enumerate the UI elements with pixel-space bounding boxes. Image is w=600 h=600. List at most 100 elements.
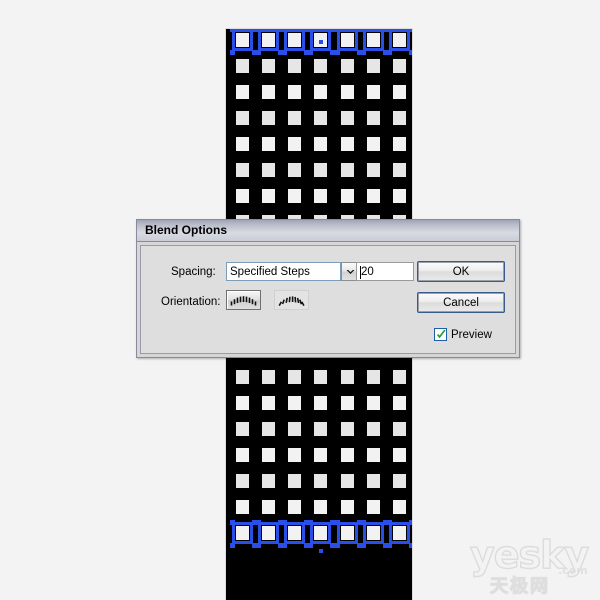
blend-square	[367, 59, 380, 73]
anchor-point[interactable]	[387, 29, 392, 32]
blend-square	[262, 500, 275, 514]
blend-square	[314, 448, 327, 462]
blend-square	[314, 500, 327, 514]
anchor-point[interactable]	[282, 29, 287, 32]
blend-square	[314, 59, 327, 73]
blend-square	[367, 137, 380, 151]
blend-square	[288, 500, 301, 514]
blend-square	[236, 85, 249, 99]
blend-square	[341, 370, 354, 384]
blend-square	[341, 189, 354, 203]
blend-square	[367, 111, 380, 125]
anchor-point[interactable]	[308, 543, 313, 548]
blend-square	[393, 33, 406, 47]
anchor-point[interactable]	[387, 520, 392, 525]
blend-square	[288, 33, 301, 47]
blend-square	[367, 448, 380, 462]
anchor-point[interactable]	[409, 520, 412, 525]
blend-square	[288, 448, 301, 462]
cancel-button[interactable]: Cancel	[417, 292, 505, 313]
blend-square	[341, 396, 354, 410]
blend-square	[314, 111, 327, 125]
anchor-point[interactable]	[256, 520, 261, 525]
blend-square	[236, 474, 249, 488]
anchor-point[interactable]	[387, 50, 392, 55]
blend-square	[341, 163, 354, 177]
spacing-select-value: Specified Steps	[230, 265, 310, 278]
blend-square	[262, 33, 275, 47]
blend-square	[341, 448, 354, 462]
blend-square	[393, 163, 406, 177]
anchor-point[interactable]	[308, 29, 313, 32]
spine-anchor-point[interactable]	[319, 40, 323, 44]
anchor-point[interactable]	[387, 543, 392, 548]
blend-square	[341, 422, 354, 436]
blend-square	[314, 526, 327, 540]
anchor-point[interactable]	[230, 520, 235, 525]
align-to-path-icon[interactable]	[274, 290, 309, 310]
anchor-point[interactable]	[230, 29, 235, 32]
anchor-point[interactable]	[282, 543, 287, 548]
blend-square	[341, 59, 354, 73]
preview-checkbox[interactable]	[434, 328, 447, 341]
blend-square	[288, 189, 301, 203]
anchor-point[interactable]	[409, 50, 412, 55]
dialog-title: Blend Options	[145, 223, 227, 237]
anchor-point[interactable]	[361, 50, 366, 55]
anchor-point[interactable]	[256, 543, 261, 548]
spacing-select[interactable]: Specified Steps	[226, 262, 341, 281]
align-to-page-icon[interactable]	[226, 290, 261, 310]
blend-square	[367, 85, 380, 99]
blend-options-dialog[interactable]: Blend Options Spacing: Specified Steps 2…	[136, 219, 520, 358]
blend-square	[367, 189, 380, 203]
blend-square	[393, 59, 406, 73]
anchor-point[interactable]	[282, 520, 287, 525]
blend-square	[288, 422, 301, 436]
blend-square	[341, 137, 354, 151]
blend-square	[262, 370, 275, 384]
site-watermark: yesky .com 天极网	[469, 535, 592, 597]
blend-square	[236, 500, 249, 514]
anchor-point[interactable]	[335, 520, 340, 525]
blend-square	[236, 163, 249, 177]
spine-anchor-point[interactable]	[319, 549, 323, 553]
blend-square	[393, 422, 406, 436]
blend-square	[393, 370, 406, 384]
blend-square	[367, 500, 380, 514]
anchor-point[interactable]	[282, 50, 287, 55]
blend-square	[262, 474, 275, 488]
anchor-point[interactable]	[409, 543, 412, 548]
anchor-point[interactable]	[335, 543, 340, 548]
blend-square	[288, 370, 301, 384]
dialog-body: Spacing: Specified Steps 20 Orientation:	[140, 245, 516, 354]
anchor-point[interactable]	[409, 29, 412, 32]
blend-square	[314, 85, 327, 99]
blend-square	[314, 189, 327, 203]
blend-square	[236, 448, 249, 462]
ok-button[interactable]: OK	[417, 261, 505, 282]
blend-square	[314, 422, 327, 436]
dialog-titlebar[interactable]: Blend Options	[137, 220, 519, 242]
preview-row[interactable]: Preview	[434, 328, 492, 341]
blend-square	[341, 474, 354, 488]
blend-square	[236, 396, 249, 410]
anchor-point[interactable]	[308, 520, 313, 525]
text-caret	[360, 266, 361, 279]
anchor-point[interactable]	[335, 50, 340, 55]
anchor-point[interactable]	[230, 50, 235, 55]
anchor-point[interactable]	[361, 543, 366, 548]
anchor-point[interactable]	[361, 520, 366, 525]
specified-steps-input[interactable]: 20	[356, 262, 414, 281]
blend-square	[236, 370, 249, 384]
blend-square	[341, 526, 354, 540]
anchor-point[interactable]	[308, 50, 313, 55]
anchor-point[interactable]	[335, 29, 340, 32]
blend-square	[288, 163, 301, 177]
blend-square	[288, 396, 301, 410]
blend-square	[314, 163, 327, 177]
anchor-point[interactable]	[256, 50, 261, 55]
anchor-point[interactable]	[256, 29, 261, 32]
blend-square	[393, 111, 406, 125]
anchor-point[interactable]	[230, 543, 235, 548]
anchor-point[interactable]	[361, 29, 366, 32]
